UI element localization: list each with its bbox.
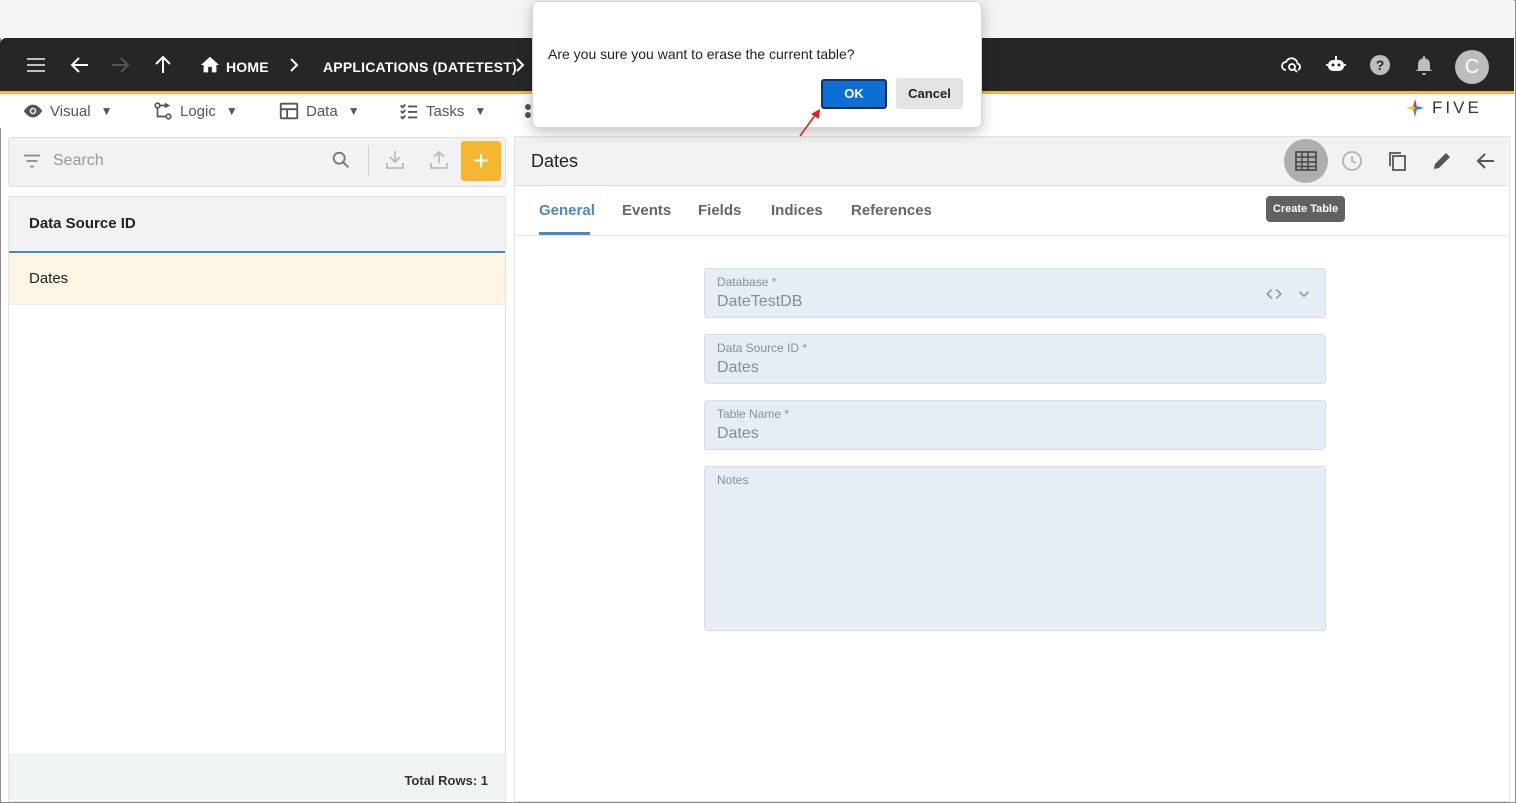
- table-grid-icon: [279, 102, 299, 120]
- caret-down-icon: ▼: [225, 104, 238, 118]
- cloud-search-icon[interactable]: [1280, 53, 1304, 77]
- notes-field[interactable]: Notes: [704, 466, 1326, 631]
- import-icon[interactable]: [383, 148, 407, 172]
- tabs-divider: [515, 235, 1508, 236]
- menu-logic-label: Logic: [180, 102, 216, 120]
- export-icon[interactable]: [427, 148, 451, 172]
- back-arrow-icon[interactable]: [1474, 149, 1498, 173]
- create-table-tooltip: Create Table: [1266, 196, 1345, 222]
- five-logo: FIVE: [1404, 96, 1482, 120]
- back-arrow-icon[interactable]: [68, 53, 92, 77]
- notes-field-label: Notes: [717, 473, 749, 487]
- database-field[interactable]: Database * DateTestDB: [704, 268, 1326, 318]
- forward-arrow-icon[interactable]: [108, 53, 132, 77]
- annotation-arrow-icon: [799, 109, 820, 137]
- database-field-value: DateTestDB: [717, 293, 803, 310]
- menu-tasks[interactable]: Tasks ▼: [398, 100, 486, 122]
- menu-visual[interactable]: Visual ▼: [22, 100, 112, 122]
- code-brackets-icon[interactable]: [1265, 285, 1283, 303]
- column-header-data-source-id[interactable]: Data Source ID: [29, 215, 136, 232]
- logic-flow-icon: [154, 102, 172, 120]
- search-input[interactable]: Search: [53, 152, 104, 170]
- dialog-message: Are you sure you want to erase the curre…: [548, 46, 855, 62]
- history-clock-icon[interactable]: [1340, 149, 1364, 173]
- detail-title: Dates: [531, 151, 579, 171]
- chevron-right-icon: [516, 58, 525, 72]
- up-arrow-icon[interactable]: [151, 53, 175, 77]
- add-record-button[interactable]: +: [461, 141, 501, 181]
- total-rows-count: Total Rows: 1: [404, 773, 488, 788]
- notifications-bell-icon[interactable]: [1412, 53, 1436, 77]
- list-item-label: Dates: [29, 270, 69, 287]
- menu-tasks-label: Tasks: [426, 102, 465, 120]
- menu-data[interactable]: Data ▼: [278, 100, 360, 122]
- data-source-id-field-value: Dates: [717, 359, 759, 376]
- caret-down-icon: ▼: [474, 104, 487, 118]
- search-icon[interactable]: [330, 149, 352, 171]
- svg-text:?: ?: [1376, 57, 1385, 73]
- caret-down-icon: ▼: [100, 104, 113, 118]
- database-field-label: Database *: [717, 275, 777, 289]
- filter-icon[interactable]: [21, 150, 43, 172]
- five-logo-mark: [1405, 98, 1425, 118]
- chevron-right-icon: [290, 58, 299, 72]
- tab-general[interactable]: General: [539, 202, 595, 219]
- tab-indices[interactable]: Indices: [771, 202, 823, 219]
- eye-icon: [23, 104, 43, 118]
- copy-icon[interactable]: [1386, 149, 1410, 173]
- data-source-id-field-label: Data Source ID *: [717, 341, 808, 355]
- menu-logic[interactable]: Logic ▼: [152, 100, 238, 122]
- user-avatar[interactable]: C: [1455, 50, 1489, 84]
- five-logo-text: FIVE: [1432, 98, 1482, 117]
- help-icon[interactable]: ?: [1368, 53, 1392, 77]
- tab-references[interactable]: References: [851, 202, 932, 219]
- data-source-id-field[interactable]: Data Source ID * Dates: [704, 334, 1326, 384]
- breadcrumb-applications[interactable]: APPLICATIONS (DATETEST): [323, 59, 517, 75]
- table-name-field-label: Table Name *: [717, 407, 790, 421]
- tasks-checklist-icon: [400, 103, 418, 120]
- ok-button[interactable]: OK: [821, 79, 887, 109]
- list-item[interactable]: [9, 253, 505, 305]
- menu-data-label: Data: [306, 102, 338, 120]
- home-icon[interactable]: [199, 54, 221, 76]
- edit-pencil-icon[interactable]: [1430, 149, 1454, 173]
- table-name-field[interactable]: Table Name * Dates: [704, 400, 1326, 450]
- search-divider: [368, 146, 369, 176]
- chatbot-icon[interactable]: [1324, 53, 1348, 77]
- hamburger-menu-icon[interactable]: [24, 53, 48, 77]
- table-name-field-value: Dates: [717, 425, 759, 442]
- caret-down-icon: ▼: [347, 104, 360, 118]
- tab-fields[interactable]: Fields: [698, 202, 741, 219]
- menu-visual-label: Visual: [50, 102, 91, 120]
- breadcrumb-home[interactable]: HOME: [226, 59, 269, 75]
- cancel-button[interactable]: Cancel: [896, 78, 963, 109]
- chevron-down-icon[interactable]: [1295, 285, 1313, 303]
- tab-events[interactable]: Events: [622, 202, 671, 219]
- create-table-icon: [1295, 151, 1317, 171]
